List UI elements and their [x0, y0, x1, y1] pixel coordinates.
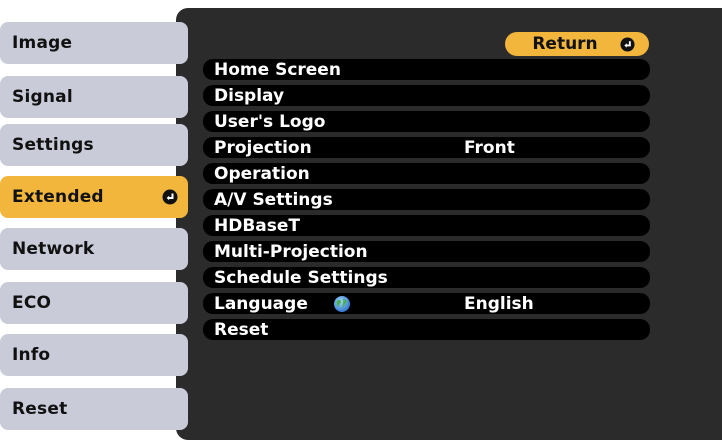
globe-icon [333, 295, 351, 318]
menu-item-label: Reset [214, 320, 269, 340]
tab-reset[interactable]: Reset [0, 388, 188, 430]
menu-item-av-settings[interactable]: A/V Settings [203, 189, 650, 210]
tab-label: Reset [12, 399, 68, 419]
menu-item-home-screen[interactable]: Home Screen [203, 59, 650, 80]
menu-item-reset[interactable]: Reset [203, 319, 650, 340]
menu-item-label: Operation [214, 164, 310, 184]
menu-item-label: Multi-Projection [214, 242, 368, 262]
enter-icon [162, 189, 178, 210]
tab-settings[interactable]: Settings [0, 124, 188, 166]
tab-image[interactable]: Image [0, 22, 188, 64]
tab-label: Signal [12, 87, 73, 107]
menu-item-operation[interactable]: Operation [203, 163, 650, 184]
enter-icon [620, 37, 635, 57]
tab-signal[interactable]: Signal [0, 76, 188, 118]
menu-item-label: Schedule Settings [214, 268, 388, 288]
menu-item-hdbaset[interactable]: HDBaseT [203, 215, 650, 236]
menu-item-label: User's Logo [214, 112, 326, 132]
menu-item-label: HDBaseT [214, 216, 301, 236]
menu-item-label: A/V Settings [214, 190, 333, 210]
menu-item-label: Language [214, 294, 308, 314]
menu-item-label: Projection [214, 138, 312, 158]
menu-item-schedule-settings[interactable]: Schedule Settings [203, 267, 650, 288]
tab-label: Network [12, 239, 95, 259]
tab-eco[interactable]: ECO [0, 282, 188, 324]
tab-network[interactable]: Network [0, 228, 188, 270]
menu-item-label: Display [214, 86, 285, 106]
tab-label: ECO [12, 293, 52, 313]
menu-item-label: Home Screen [214, 60, 341, 80]
menu-item-projection[interactable]: Projection Front [203, 137, 650, 158]
tab-label: Settings [12, 135, 94, 155]
tab-info[interactable]: Info [0, 334, 188, 376]
menu-item-multi-projection[interactable]: Multi-Projection [203, 241, 650, 262]
menu-item-users-logo[interactable]: User's Logo [203, 111, 650, 132]
return-label: Return [532, 34, 598, 54]
menu-item-language[interactable]: Language English [203, 293, 650, 314]
tab-label: Info [12, 345, 51, 365]
menu-item-value: Front [464, 138, 515, 158]
return-button[interactable]: Return [505, 32, 649, 56]
tab-label: Extended [12, 187, 104, 207]
tab-extended[interactable]: Extended [0, 176, 188, 218]
tab-label: Image [12, 33, 73, 53]
menu-item-display[interactable]: Display [203, 85, 650, 106]
menu-item-value: English [464, 294, 534, 314]
